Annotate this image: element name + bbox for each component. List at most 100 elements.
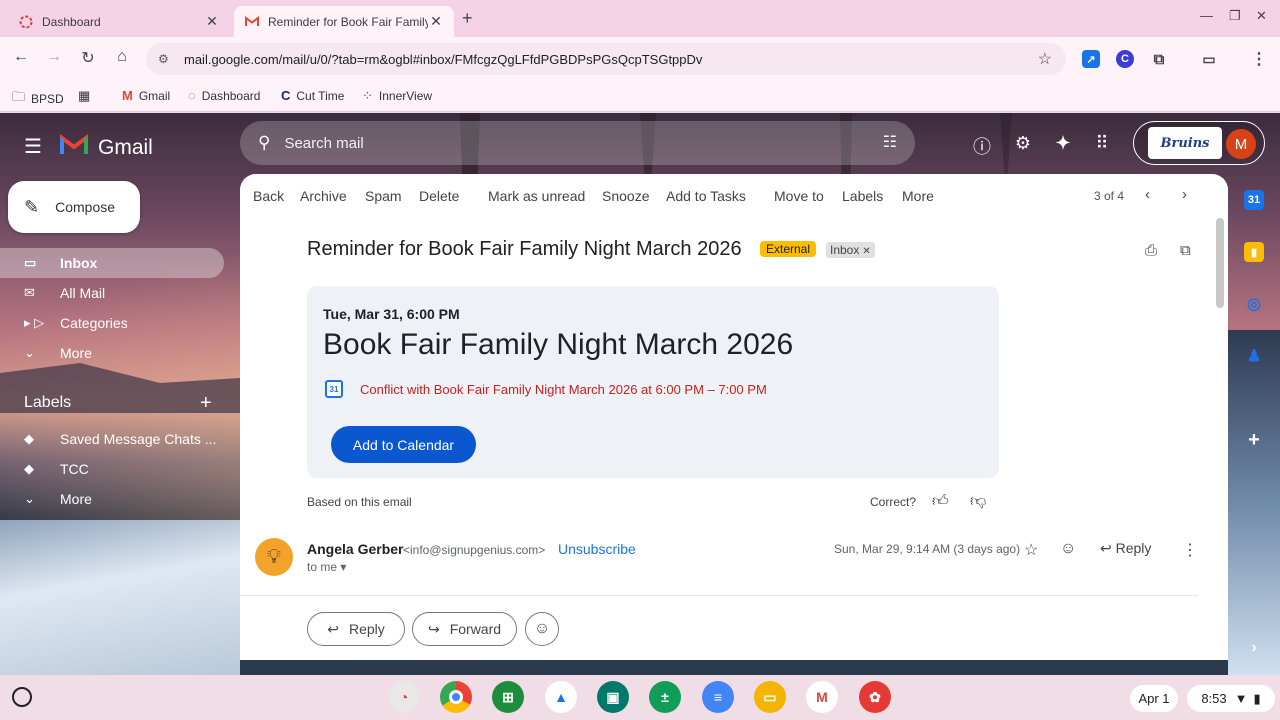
bookmark-dashboard[interactable]: ◌ Dashboard	[188, 88, 260, 103]
chrome-app-icon[interactable]	[440, 681, 472, 713]
new-tab-icon[interactable]: +	[462, 8, 473, 29]
search-icon[interactable]: ⚲	[258, 133, 270, 153]
settings-gear-icon[interactable]: ⚙	[1011, 133, 1035, 154]
sheets-app-icon[interactable]: ⊞	[492, 681, 524, 713]
tasks-side-icon[interactable]: ◎	[1244, 294, 1264, 314]
archive-button[interactable]: Archive	[300, 188, 347, 204]
back-icon[interactable]: ←	[10, 48, 32, 66]
recipients-toggle[interactable]: to me ▾	[307, 560, 346, 574]
tab-gmail[interactable]: Reminder for Book Fair Family Night Marc…	[234, 6, 454, 37]
search-input[interactable]	[284, 134, 845, 152]
classroom-app-icon[interactable]: ▣	[597, 681, 629, 713]
sidebar-item-more[interactable]: ⌄ More	[0, 338, 224, 368]
bookmark-cut-time[interactable]: C Cut Time	[281, 88, 344, 103]
back-button[interactable]: Back	[253, 188, 284, 204]
avatar[interactable]: M	[1226, 129, 1256, 159]
extension-c-icon[interactable]: C	[1116, 50, 1134, 68]
thumbs-down-icon[interactable]: 👎︎	[970, 492, 986, 511]
sidebar-labels-more[interactable]: ⌄ More	[0, 484, 224, 514]
add-label-icon[interactable]: +	[200, 392, 212, 415]
docs-app-icon[interactable]: ≡	[702, 681, 734, 713]
sidebar-item-categories[interactable]: ▸ ▷ Categories	[0, 308, 224, 338]
status-tray[interactable]: 8:53 ▼ ▮	[1187, 685, 1275, 712]
delete-button[interactable]: Delete	[419, 188, 459, 204]
main-menu-icon[interactable]: ☰	[24, 134, 42, 159]
slides-app-icon[interactable]: ▭	[754, 681, 786, 713]
compose-button[interactable]: ✎ Compose	[8, 181, 140, 233]
gmail-app-icon[interactable]: M	[806, 681, 838, 713]
close-tab-icon[interactable]: ✕	[428, 13, 444, 30]
older-chevron-icon[interactable]: ›	[1182, 186, 1187, 203]
sidebar-item-inbox[interactable]: ▭ Inbox	[0, 248, 224, 278]
site-info-icon[interactable]: ⚙	[158, 52, 178, 66]
open-new-window-icon[interactable]: ⧉	[1180, 242, 1191, 259]
snooze-button[interactable]: Snooze	[602, 188, 649, 204]
move-to-button[interactable]: Move to	[774, 188, 824, 204]
hide-side-panel-icon[interactable]: ›	[1244, 638, 1264, 658]
contacts-side-icon[interactable]: ♟	[1244, 346, 1264, 366]
sidebar-label-saved-message-chats[interactable]: ◆ Saved Message Chats ...	[0, 424, 224, 454]
reading-list-icon[interactable]: ▭	[1200, 50, 1218, 68]
time-text: 8:53	[1201, 691, 1227, 706]
extensions-puzzle-icon[interactable]: ⧉	[1150, 50, 1168, 68]
close-tab-icon[interactable]: ✕	[204, 13, 220, 30]
search-bar[interactable]: ⚲ ☷	[240, 121, 915, 165]
bookmark-label: Gmail	[138, 88, 171, 103]
add-side-app-icon[interactable]: +	[1244, 429, 1264, 451]
canvas-app-icon[interactable]: ✿	[859, 681, 891, 713]
extension-arrow-icon[interactable]: ↗	[1082, 50, 1100, 68]
close-window-icon[interactable]: ✕	[1256, 8, 1267, 24]
wifi-icon: ▼	[1234, 691, 1248, 706]
bookmark-gmail[interactable]: M Gmail	[122, 88, 170, 103]
reload-icon[interactable]: ↻	[77, 48, 99, 68]
battery-icon: ▮	[1253, 690, 1261, 706]
chrome-menu-icon[interactable]: ⋮	[1250, 50, 1268, 68]
add-to-tasks-button[interactable]: Add to Tasks	[666, 188, 746, 204]
help-icon[interactable]: ⓘ	[970, 133, 994, 159]
bookmark-bpsd[interactable]: 🗀 BPSD	[12, 88, 64, 110]
tab-dashboard[interactable]: Dashboard ✕	[8, 6, 230, 37]
google-apps-icon[interactable]: ⠿	[1090, 133, 1114, 154]
sidebar-label-tcc[interactable]: ◆ TCC	[0, 454, 224, 484]
unsubscribe-link[interactable]: Unsubscribe	[558, 541, 636, 557]
star-icon[interactable]: ☆	[1024, 540, 1038, 560]
gemini-icon[interactable]: ✦	[1051, 133, 1075, 154]
home-icon[interactable]: ⌂	[111, 48, 133, 66]
bookmark-innerview[interactable]: ⁘ InnerView	[362, 88, 432, 104]
files-app-icon[interactable]: ◔	[388, 681, 420, 713]
reply-button[interactable]: ↩ Reply	[307, 612, 405, 646]
calendar-side-icon[interactable]: 31	[1244, 190, 1264, 210]
emoji-reaction-icon[interactable]: ☺	[1060, 540, 1076, 558]
apps-grid-bookmark[interactable]: ▦	[78, 88, 96, 104]
newer-chevron-icon[interactable]: ‹	[1145, 186, 1150, 203]
forward-icon[interactable]: →	[43, 48, 65, 66]
bookmark-star-icon[interactable]: ☆	[1038, 49, 1052, 69]
sender-email: <info@signupgenius.com>	[403, 543, 546, 557]
scrollbar[interactable]	[1216, 218, 1224, 308]
emoji-react-button[interactable]: ☺	[525, 612, 559, 646]
calculator-app-icon[interactable]: ±	[649, 681, 681, 713]
print-icon[interactable]: ⎙	[1145, 242, 1157, 259]
inbox-icon: ▭	[24, 255, 37, 270]
message-more-icon[interactable]: ⋮	[1182, 540, 1198, 560]
forward-button[interactable]: ↪ Forward	[412, 612, 517, 646]
restore-icon[interactable]: ❐	[1229, 8, 1241, 24]
mark-unread-button[interactable]: Mark as unread	[488, 188, 585, 204]
sidebar-item-all-mail[interactable]: ✉ All Mail	[0, 278, 224, 308]
remove-label-icon[interactable]: ✕	[862, 246, 870, 257]
more-button[interactable]: More	[902, 188, 934, 204]
launcher-icon[interactable]	[12, 687, 32, 707]
keep-side-icon[interactable]: ▮	[1244, 242, 1264, 262]
drive-app-icon[interactable]: ▲	[545, 681, 577, 713]
date-tray[interactable]: Apr 1	[1130, 685, 1178, 712]
search-options-icon[interactable]: ☷	[883, 132, 897, 152]
minimize-icon[interactable]: —	[1200, 8, 1213, 23]
spam-button[interactable]: Spam	[365, 188, 402, 204]
add-to-calendar-button[interactable]: Add to Calendar	[331, 426, 476, 463]
labels-button[interactable]: Labels	[842, 188, 883, 204]
thumbs-up-icon[interactable]: 👍︎	[932, 492, 949, 511]
reply-header-button[interactable]: ↩ Reply	[1100, 540, 1151, 557]
account-switcher[interactable]: Bruins M	[1133, 121, 1265, 165]
gmail-logo[interactable]: Gmail	[60, 132, 153, 163]
address-bar[interactable]: ⚙ mail.google.com/mail/u/0/?tab=rm&ogbl#…	[146, 43, 1066, 75]
